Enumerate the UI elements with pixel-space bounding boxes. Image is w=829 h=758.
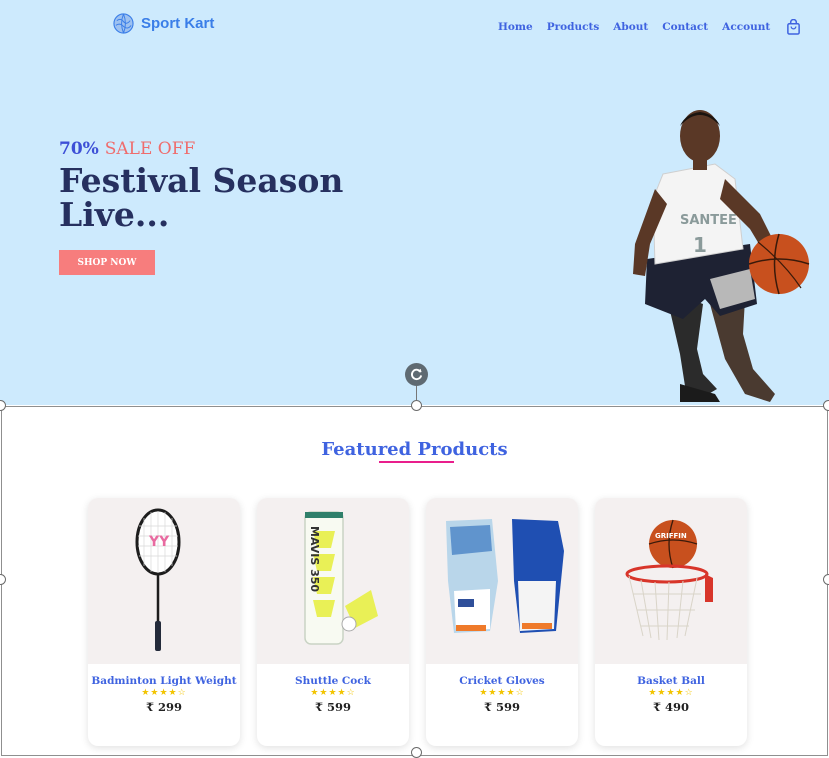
rotate-handle-icon[interactable]	[405, 363, 428, 386]
svg-text:1: 1	[693, 233, 707, 257]
product-price: ₹ 599	[314, 700, 351, 714]
resize-handle-top-right[interactable]	[823, 400, 829, 411]
product-price: ₹ 599	[483, 700, 520, 714]
shop-now-button[interactable]: SHOP NOW	[59, 250, 155, 275]
product-name[interactable]: Shuttle Cock	[257, 675, 409, 687]
sale-tagline: 70% SALE OFF	[59, 139, 195, 159]
resize-handle-bottom[interactable]	[411, 747, 422, 758]
hero-banner: Sport Kart Home Products About Contact A…	[0, 0, 829, 405]
product-grid: YY Badminton Light Weight ★★★★☆ ₹ 299 MA…	[88, 498, 747, 746]
product-name[interactable]: Cricket Gloves	[426, 675, 578, 687]
nav-about[interactable]: About	[613, 21, 648, 33]
title-underline	[379, 461, 454, 463]
product-rating: ★★★★☆	[479, 688, 525, 698]
shopping-bag-icon[interactable]	[786, 19, 801, 35]
nav-products[interactable]: Products	[547, 21, 600, 33]
product-image-basketball-hoop: GRIFFIN	[595, 498, 747, 664]
hero-headline: Festival Season Live...	[59, 161, 344, 234]
main-nav: Home Products About Contact Account	[498, 19, 801, 35]
product-price: ₹ 299	[145, 700, 182, 714]
product-rating: ★★★★☆	[310, 688, 356, 698]
product-rating: ★★★★☆	[648, 688, 694, 698]
product-image-badminton-racket: YY	[88, 498, 240, 664]
resize-handle-top[interactable]	[411, 400, 422, 411]
svg-text:YY: YY	[148, 534, 170, 550]
brand-name: Sport Kart	[141, 15, 215, 32]
product-card[interactable]: YY Badminton Light Weight ★★★★☆ ₹ 299	[88, 498, 240, 746]
product-image-cricket-gloves	[426, 498, 578, 664]
nav-account[interactable]: Account	[722, 21, 770, 33]
brand-logo[interactable]: Sport Kart	[113, 13, 214, 34]
product-name[interactable]: Badminton Light Weight	[88, 675, 240, 687]
product-card[interactable]: Cricket Gloves ★★★★☆ ₹ 599	[426, 498, 578, 746]
svg-text:GRIFFIN: GRIFFIN	[655, 532, 687, 540]
product-card[interactable]: GRIFFIN Basket Ball ★★★★☆ ₹ 490	[595, 498, 747, 746]
product-name[interactable]: Basket Ball	[595, 675, 747, 687]
product-price: ₹ 490	[652, 700, 689, 714]
nav-home[interactable]: Home	[498, 21, 533, 33]
sale-text: SALE OFF	[104, 139, 196, 159]
svg-text:SANTEE: SANTEE	[680, 213, 737, 228]
resize-handle-right[interactable]	[823, 574, 829, 585]
nav-contact[interactable]: Contact	[662, 21, 708, 33]
product-image-shuttlecock-tube: MAVIS 350	[257, 498, 409, 664]
product-card[interactable]: MAVIS 350 Shuttle Cock ★★★★☆ ₹ 599	[257, 498, 409, 746]
basketball-player-image: SANTEE 1	[633, 110, 810, 402]
globe-logo-icon	[113, 13, 134, 34]
product-rating: ★★★★☆	[141, 688, 187, 698]
sale-percent: 70%	[59, 139, 99, 159]
featured-title: Featured Products	[321, 439, 508, 460]
svg-text:MAVIS 350: MAVIS 350	[308, 526, 321, 592]
